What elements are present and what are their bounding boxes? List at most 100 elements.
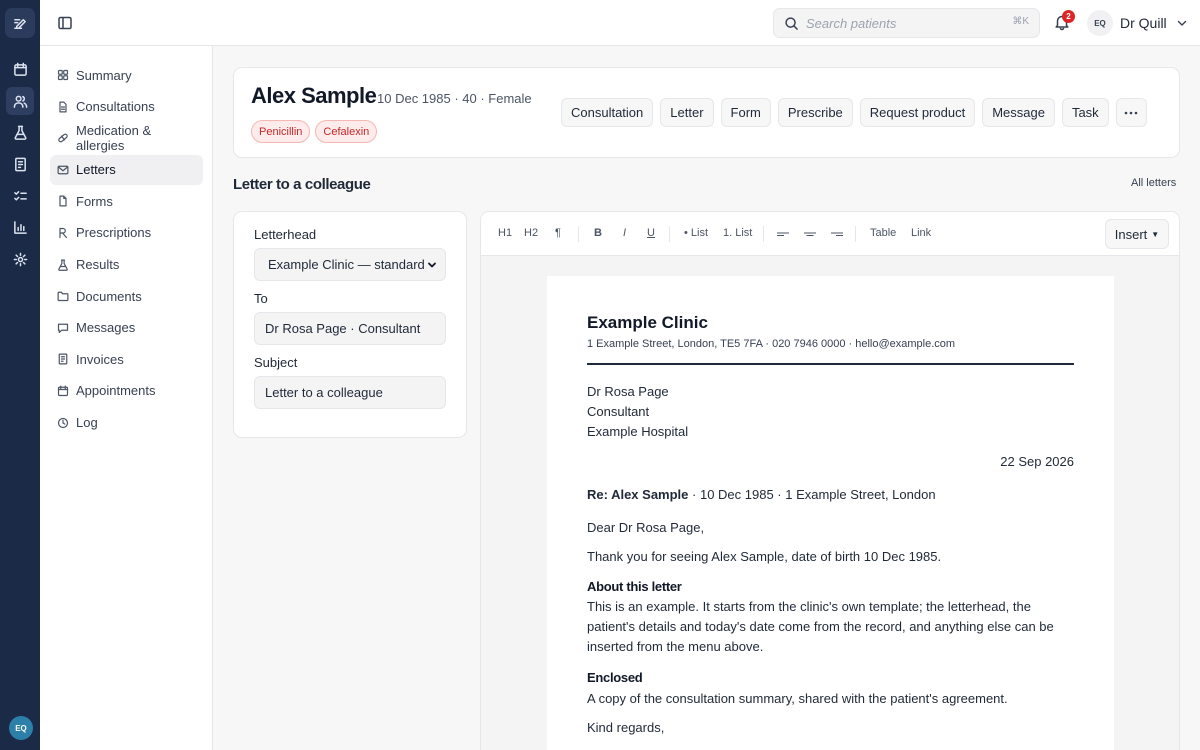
search-icon — [785, 17, 798, 30]
editor-toolbar: H1 H2 ¶ B I U • List 1. List Table Link … — [481, 212, 1179, 256]
letterhead-label: Letterhead — [254, 227, 317, 242]
pill-icon — [58, 133, 68, 143]
request-product-button[interactable]: Request product — [859, 98, 976, 127]
salutation: Dear Dr Rosa Page, — [587, 520, 705, 535]
toolbar-divider — [669, 226, 670, 242]
letterhead-select[interactable]: Example Clinic — standard — [254, 248, 446, 281]
user-avatar: EQ — [1087, 10, 1113, 36]
sidebar-item-prescriptions[interactable]: Prescriptions — [50, 218, 203, 248]
numbered-list-button[interactable]: 1. List — [723, 227, 752, 239]
calendar-icon — [57, 385, 69, 397]
app-logo-icon[interactable] — [5, 8, 35, 38]
intro-paragraph: Thank you for seeing Alex Sample, date o… — [587, 549, 942, 564]
patient-nav: Summary Consultations Medication & allergi… — [50, 60, 203, 439]
letterhead-value: Example Clinic — standard — [268, 257, 425, 272]
sidebar-item-appointments[interactable]: Appointments — [50, 376, 203, 406]
sidebar-item-label: Invoices — [76, 351, 124, 367]
sidebar-item-log[interactable]: Log — [50, 408, 203, 438]
table-button[interactable]: Table — [870, 227, 896, 239]
rail-avatar[interactable]: EQ — [9, 716, 33, 740]
sidebar-item-summary[interactable]: Summary — [50, 60, 203, 90]
sidebar-item-label: Medication & allergies — [76, 123, 152, 154]
letter-form: Letterhead Example Clinic — standard To … — [233, 211, 467, 438]
more-actions-button[interactable] — [1115, 98, 1147, 127]
re-patient: Re: Alex Sample — [587, 487, 689, 502]
sidebar-item-results[interactable]: Results — [50, 250, 203, 280]
sidebar-item-consultations[interactable]: Consultations — [50, 92, 203, 122]
calendar-icon[interactable] — [6, 55, 34, 83]
letter-button[interactable]: Letter — [660, 98, 714, 127]
heading1-button[interactable]: H1 — [498, 227, 512, 239]
sidebar-item-documents[interactable]: Documents — [50, 281, 203, 311]
message-icon — [57, 323, 69, 333]
top-bar: ⌘K 2 EQ Dr Quill — [40, 0, 1200, 46]
align-right-icon[interactable] — [831, 230, 843, 238]
search-input[interactable] — [806, 14, 1006, 33]
app-rail: EQ — [0, 0, 40, 750]
allergy-badge[interactable]: Cefalexin — [315, 120, 378, 143]
patient-name: Alex Sample — [251, 83, 377, 108]
notification-badge: 2 — [1062, 10, 1075, 23]
bold-button[interactable]: B — [594, 227, 602, 239]
users-icon[interactable] — [6, 87, 34, 115]
prescribe-button[interactable]: Prescribe — [777, 98, 853, 127]
enclosed-paragraph: A copy of the consultation summary, shar… — [587, 691, 1008, 706]
chevron-down-icon — [1177, 20, 1186, 26]
align-left-icon[interactable] — [777, 230, 789, 238]
bullet-list-button[interactable]: • List — [684, 227, 708, 239]
sidebar-item-label: Prescriptions — [76, 225, 152, 241]
re-details: · 10 Dec 1985 · 1 Example Street, London — [688, 487, 936, 502]
consultation-button[interactable]: Consultation — [561, 98, 654, 127]
toolbar-divider — [578, 226, 579, 242]
message-button[interactable]: Message — [982, 98, 1055, 127]
underline-button[interactable]: U — [647, 227, 655, 239]
editor-canvas: Example Clinic 1 Example Street, London,… — [481, 256, 1179, 750]
recipient-name: Dr Rosa Page — [587, 384, 669, 399]
sidebar-item-label: Messages — [76, 320, 136, 336]
letterhead-address: 1 Example Street, London, TE5 7FA · 020 … — [587, 338, 956, 350]
insert-button[interactable]: Insert ▼ — [1105, 219, 1169, 249]
gear-icon[interactable] — [6, 245, 34, 273]
subject-field[interactable] — [254, 376, 446, 409]
to-field[interactable] — [254, 312, 446, 345]
patient-actions: Consultation Letter Form Prescribe Request p… — [561, 98, 1154, 127]
bar-chart-icon[interactable] — [6, 213, 34, 241]
clock-icon — [57, 417, 69, 428]
recipient-role: Consultant — [587, 404, 650, 419]
sidebar-item-label: Forms — [76, 193, 113, 209]
sidebar-item-forms[interactable]: Forms — [50, 186, 203, 216]
notifications-button[interactable]: 2 — [1053, 10, 1075, 31]
chevron-down-icon — [428, 262, 436, 267]
mail-icon — [57, 165, 69, 175]
sidebar-item-messages[interactable]: Messages — [50, 313, 203, 343]
grid-icon — [57, 69, 69, 81]
sidebar-item-label: Letters — [76, 162, 116, 178]
checklist-icon[interactable] — [6, 182, 34, 210]
letter-re-line: Re: Alex Sample · 10 Dec 1985 · 1 Exampl… — [587, 487, 936, 502]
letter-page[interactable]: Example Clinic 1 Example Street, London,… — [547, 276, 1114, 750]
sidebar-item-label: Results — [76, 257, 120, 273]
heading2-button[interactable]: H2 — [524, 227, 538, 239]
user-menu[interactable]: EQ Dr Quill — [1087, 9, 1188, 37]
italic-button[interactable]: I — [623, 227, 626, 239]
sidebar-item-invoices[interactable]: Invoices — [50, 344, 203, 374]
allergy-badge[interactable]: Penicillin — [251, 120, 311, 143]
paragraph-button[interactable]: ¶ — [555, 227, 561, 239]
sidebar-toggle-icon[interactable] — [55, 13, 75, 33]
enclosed-heading: Enclosed — [587, 670, 643, 685]
page-title: Letter to a colleague — [233, 176, 371, 193]
sidebar-item-letters[interactable]: Letters — [50, 154, 203, 185]
invoice-icon[interactable] — [6, 150, 34, 178]
form-button[interactable]: Form — [720, 98, 771, 127]
task-button[interactable]: Task — [1061, 98, 1109, 127]
sidebar-item-label: Documents — [76, 288, 142, 304]
sidebar-item-medication-allergies[interactable]: Medication & allergies — [50, 123, 203, 153]
subject-label: Subject — [254, 355, 298, 370]
all-letters-link[interactable]: All letters — [1131, 177, 1176, 189]
link-button[interactable]: Link — [911, 227, 931, 239]
rx-icon — [59, 227, 67, 239]
align-center-icon[interactable] — [804, 230, 816, 238]
flask-icon[interactable] — [6, 118, 34, 146]
toolbar-divider — [763, 226, 764, 242]
letter-date: 22 Sep 2026 — [1000, 454, 1074, 469]
